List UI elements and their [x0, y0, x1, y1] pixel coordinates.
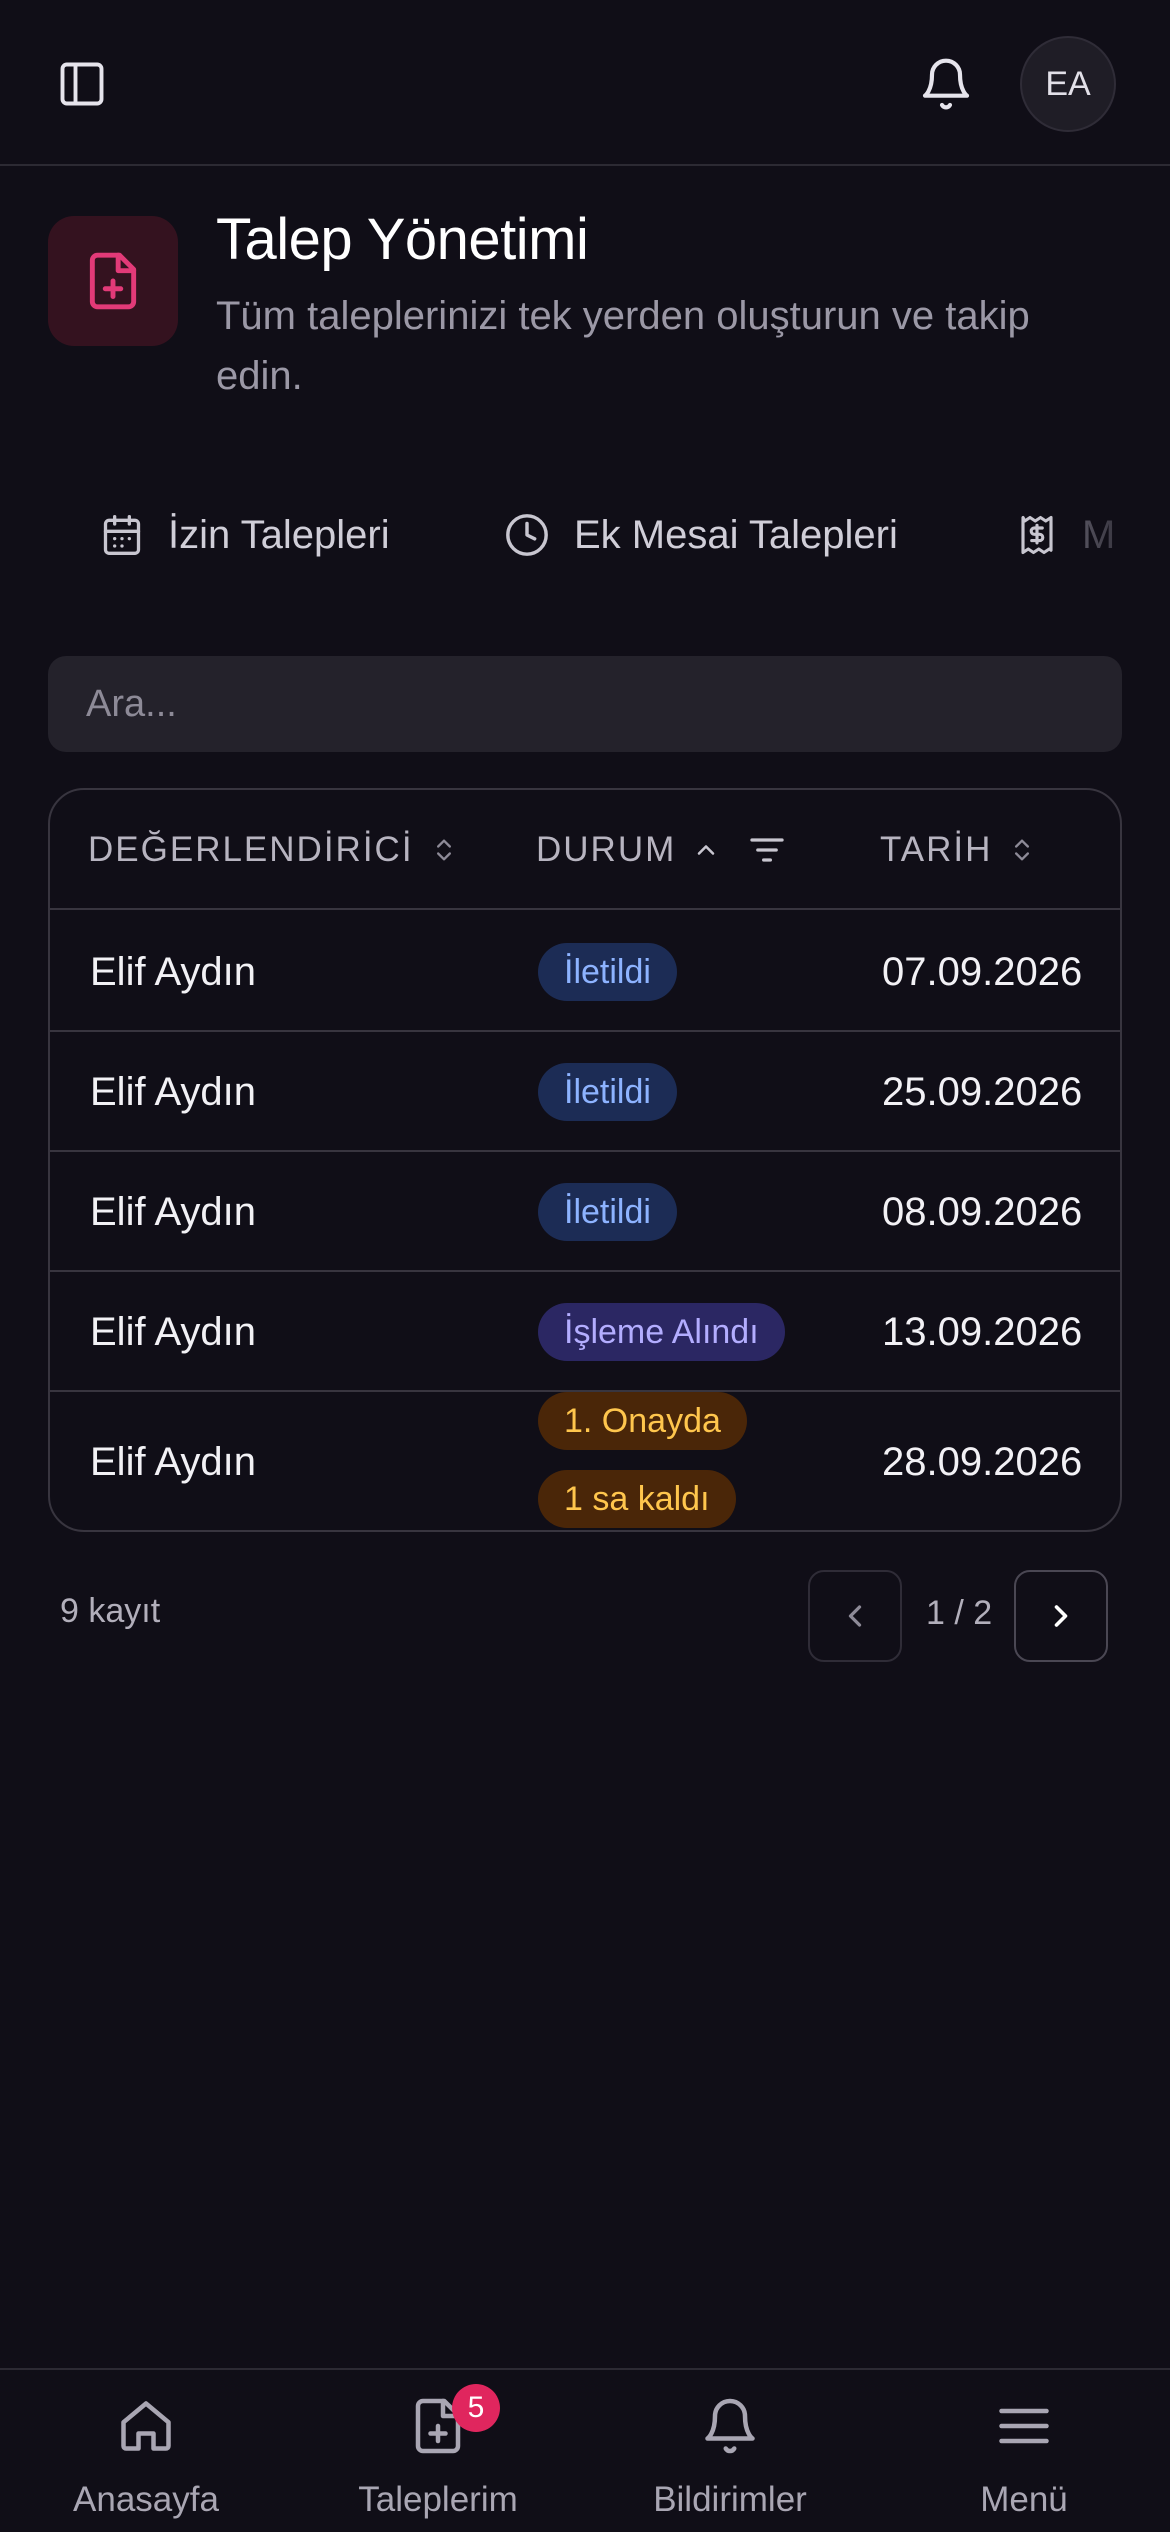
nav-taleplerim[interactable]: 5 Taleplerim [318, 2370, 558, 2532]
top-bar: EA [0, 0, 1170, 166]
bottom-navigation: Anasayfa 5 Taleplerim Bildirimler Menü [0, 2368, 1170, 2532]
date-cell: 07.09.2026 [882, 950, 1083, 994]
nav-menu[interactable]: Menü [904, 2370, 1144, 2532]
table-row[interactable]: Elif Aydın 1. Onayda 1 sa kaldı 28.09.20… [50, 1392, 1120, 1530]
column-degerlendirici[interactable]: DEĞERLENDİRİCİ [88, 790, 458, 910]
page-indicator: 1 / 2 [926, 1594, 993, 1632]
evaluator-cell: Elif Aydın [90, 1310, 257, 1354]
filter-icon[interactable] [746, 830, 788, 870]
notification-count-badge: 5 [452, 2384, 500, 2432]
nav-label: Taleplerim [358, 2480, 518, 2519]
chevron-left-icon [848, 1605, 862, 1627]
search-input[interactable] [48, 656, 1122, 752]
requests-table: DEĞERLENDİRİCİ DURUM TARİH Elif Aydın İl… [48, 788, 1122, 1532]
tab-label: Ek Mesai Talepleri [574, 512, 898, 557]
table-header: DEĞERLENDİRİCİ DURUM TARİH [50, 790, 1120, 910]
status-badge: İletildi [538, 943, 677, 1001]
column-durum[interactable]: DURUM [536, 790, 788, 910]
file-plus-icon [48, 216, 178, 346]
nav-label: Menü [980, 2480, 1068, 2519]
column-label: TARİH [880, 830, 993, 869]
previous-page-button[interactable] [808, 1570, 902, 1662]
tab-izin-talepleri[interactable]: İzin Talepleri [100, 500, 390, 570]
nav-label: Anasayfa [73, 2480, 219, 2519]
status-badge: İletildi [538, 1183, 677, 1241]
bell-icon[interactable] [918, 56, 978, 112]
sort-icon [1015, 839, 1030, 861]
table-row[interactable]: Elif Aydın İletildi 25.09.2026 [50, 1032, 1120, 1152]
deadline-badge: 1 sa kaldı [538, 1470, 736, 1528]
sidebar-toggle-icon[interactable] [56, 58, 108, 110]
table-row[interactable]: Elif Aydın İletildi 07.09.2026 [50, 912, 1120, 1032]
evaluator-cell: Elif Aydın [90, 950, 257, 994]
date-cell: 25.09.2026 [882, 1070, 1083, 1114]
column-label: DURUM [536, 830, 677, 869]
menu-icon [999, 2408, 1049, 2444]
tabs-fade [1050, 500, 1170, 570]
evaluator-cell: Elif Aydın [90, 1070, 257, 1114]
nav-label: Bildirimler [653, 2480, 807, 2519]
avatar[interactable]: EA [1020, 36, 1116, 132]
table-row[interactable]: Elif Aydın İletildi 08.09.2026 [50, 1152, 1120, 1272]
sort-icon [436, 839, 451, 861]
home-icon [121, 2401, 171, 2451]
sort-ascending-icon [697, 845, 715, 855]
evaluator-cell: Elif Aydın [90, 1190, 257, 1234]
status-badge: İletildi [538, 1063, 677, 1121]
column-label: DEĞERLENDİRİCİ [88, 830, 414, 869]
date-cell: 28.09.2026 [882, 1440, 1083, 1484]
date-cell: 13.09.2026 [882, 1310, 1083, 1354]
page-subtitle: Tüm taleplerinizi tek yerden oluşturun v… [216, 294, 1030, 398]
status-badge: 1. Onayda [538, 1392, 747, 1450]
nav-bildirimler[interactable]: Bildirimler [610, 2370, 850, 2532]
evaluator-cell: Elif Aydın [90, 1440, 257, 1484]
request-tabs: İzin Talepleri Ek Mesai Talepleri M [100, 500, 1170, 570]
column-tarih[interactable]: TARİH [880, 790, 1036, 910]
app-screen: EA Talep Yönetimi Tüm taleplerinizi tek … [0, 0, 1170, 2532]
calendar-icon [103, 515, 141, 555]
status-badge: İşleme Alındı [538, 1303, 785, 1361]
bell-icon [705, 2398, 755, 2454]
clock-icon [506, 514, 548, 556]
record-count: 9 kayıt [60, 1592, 161, 1630]
tab-label: İzin Talepleri [168, 512, 390, 557]
tab-ek-mesai-talepleri[interactable]: Ek Mesai Talepleri [504, 500, 898, 570]
chevron-right-icon [1054, 1605, 1068, 1627]
next-page-button[interactable] [1014, 1570, 1108, 1662]
date-cell: 08.09.2026 [882, 1190, 1083, 1234]
table-row[interactable]: Elif Aydın İşleme Alındı 13.09.2026 [50, 1272, 1120, 1392]
nav-anasayfa[interactable]: Anasayfa [26, 2370, 266, 2532]
page-title: Talep Yönetimi [216, 207, 589, 272]
